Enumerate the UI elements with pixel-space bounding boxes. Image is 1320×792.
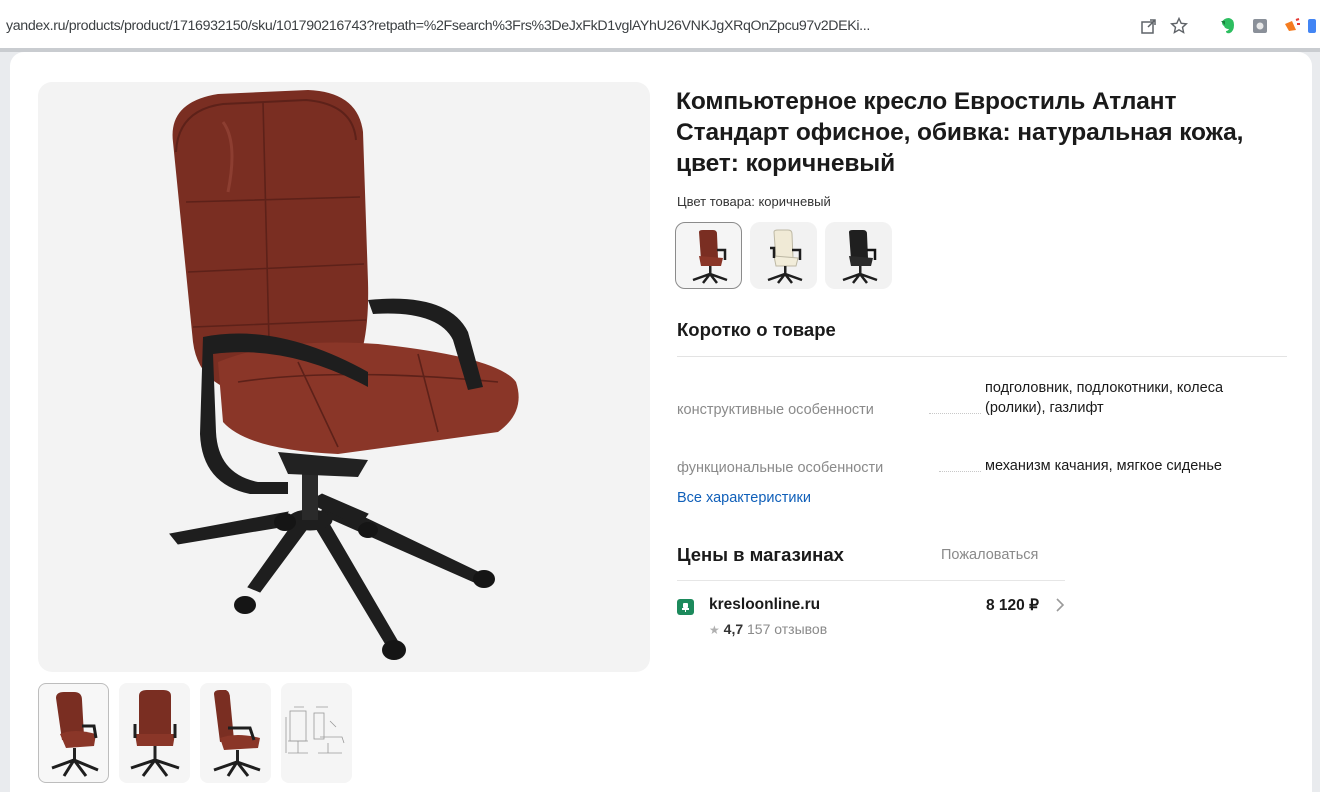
- thumbnail-4-drawing[interactable]: [281, 683, 352, 783]
- spec-leader-dots: [939, 471, 981, 472]
- spec-key: функциональные особенности: [677, 460, 884, 476]
- spec-leader-dots: [929, 413, 981, 414]
- brief-divider: [677, 356, 1287, 357]
- color-label: Цвет товара: коричневый: [677, 194, 831, 209]
- prices-heading: Цены в магазинах: [677, 544, 844, 565]
- thumbnail-3[interactable]: [200, 683, 271, 783]
- spec-value: механизм качания, мягкое сиденье: [985, 458, 1222, 474]
- prices-divider: [677, 580, 1065, 581]
- image-thumbnails: [38, 683, 352, 783]
- color-swatch-beige[interactable]: [750, 222, 817, 289]
- thumbnail-1[interactable]: [38, 683, 109, 783]
- color-swatch-brown[interactable]: [675, 222, 742, 289]
- spec-row: конструктивные особенности подголовник, …: [677, 372, 1297, 418]
- bookmark-star-icon[interactable]: [1164, 17, 1194, 35]
- color-swatch-black[interactable]: [825, 222, 892, 289]
- shop-rating: ★ 4,7 157 отзывов: [709, 621, 827, 637]
- chair-image: [169, 90, 519, 660]
- spec-value: подголовник, подлокотники, колеса (ролик…: [985, 380, 1224, 416]
- all-specs-link[interactable]: Все характеристики: [677, 490, 811, 506]
- address-bar[interactable]: yandex.ru/products/product/1716932150/sk…: [6, 18, 870, 34]
- reviews-count[interactable]: 157 отзывов: [747, 621, 827, 637]
- chevron-right-icon[interactable]: [1055, 597, 1065, 617]
- rating-score: 4,7: [723, 621, 744, 637]
- product-title: Компьютерное кресло Евростиль Атлант Ста…: [676, 88, 1244, 177]
- star-icon: ★: [709, 623, 720, 637]
- brief-heading: Коротко о товаре: [677, 319, 836, 340]
- shop-name[interactable]: kresloonline.ru: [709, 596, 820, 614]
- browser-toolbar: yandex.ru/products/product/1716932150/sk…: [0, 0, 1320, 52]
- product-main-image[interactable]: [38, 82, 650, 672]
- shop-offer[interactable]: kresloonline.ru ★ 4,7 157 отзывов 8 120 …: [677, 596, 1077, 644]
- offer-price[interactable]: 8 120 ₽: [986, 596, 1039, 615]
- reader-extension-icon[interactable]: [1244, 16, 1276, 36]
- spec-key: конструктивные особенности: [677, 402, 874, 418]
- megaphone-extension-icon[interactable]: [1276, 16, 1308, 36]
- complain-link[interactable]: Пожаловаться: [941, 547, 1038, 563]
- share-icon[interactable]: [1134, 17, 1164, 35]
- color-swatches: [675, 222, 892, 289]
- spec-row: функциональные особенности механизм кача…: [677, 430, 1297, 476]
- thumbnail-2[interactable]: [119, 683, 190, 783]
- evernote-extension-icon[interactable]: [1212, 16, 1244, 36]
- shop-logo-icon: [677, 599, 694, 615]
- extension-icon-partial[interactable]: [1308, 16, 1320, 36]
- toolbar-icons: [1134, 15, 1320, 37]
